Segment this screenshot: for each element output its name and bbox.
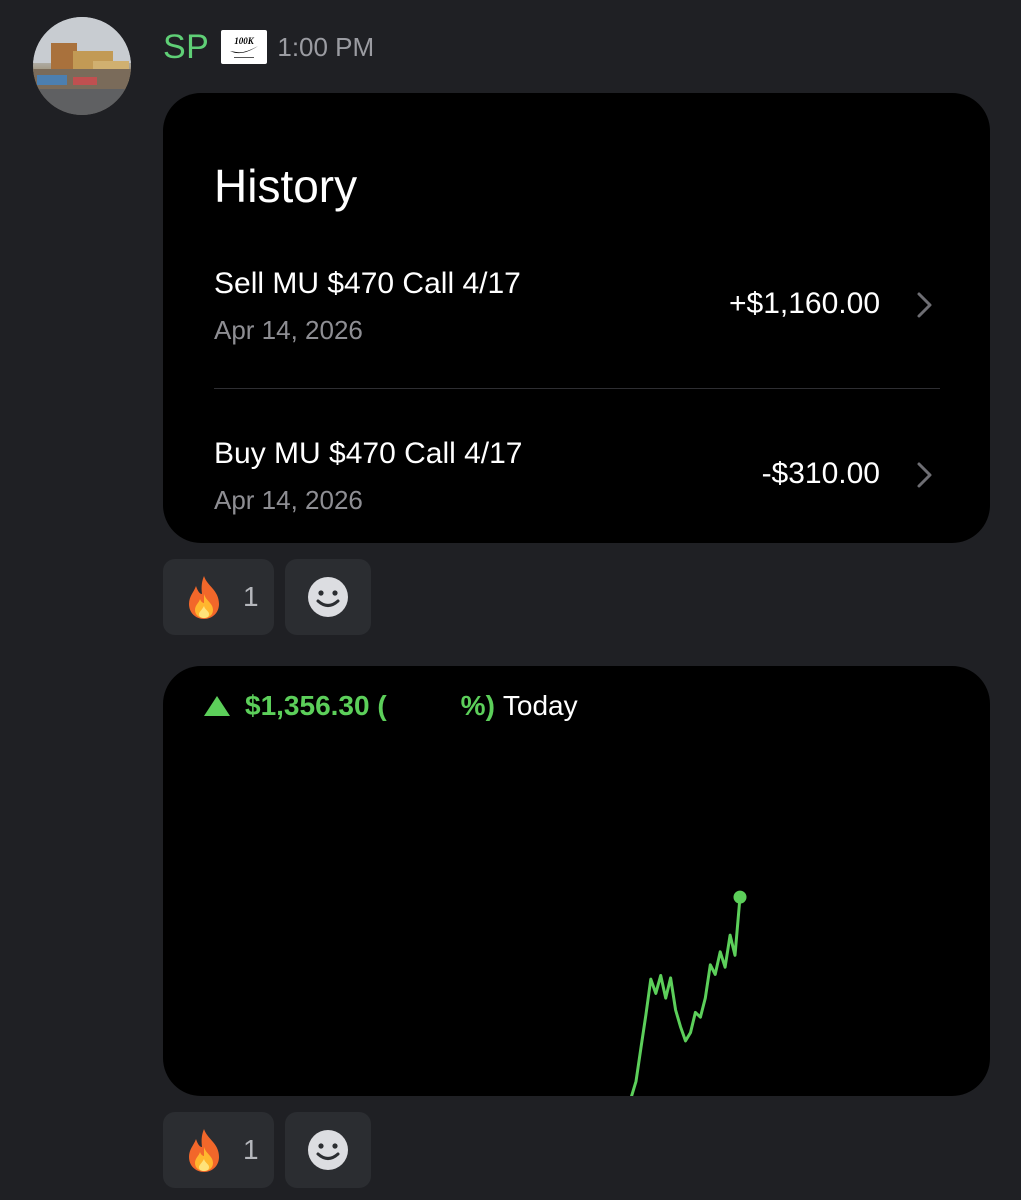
svg-text:100K: 100K <box>235 36 256 46</box>
reaction-bar: 1 <box>163 1112 371 1188</box>
history-row[interactable]: Sell MU $470 Call 4/17 Apr 14, 2026 +$1,… <box>214 263 940 373</box>
chevron-right-icon <box>917 292 932 318</box>
intraday-chart <box>630 890 747 1096</box>
history-row[interactable]: Buy MU $470 Call 4/17 Apr 14, 2026 -$310… <box>214 433 940 543</box>
history-row-description: Buy MU $470 Call 4/17 <box>214 437 523 470</box>
fire-emoji-icon <box>189 576 219 619</box>
history-row-amount: -$310.00 <box>761 457 880 490</box>
chart-series-line <box>630 896 742 1096</box>
chart-card: $1,356.30 ( %) Today <box>163 666 990 1096</box>
username[interactable]: SP <box>163 28 209 67</box>
history-row-description: Sell MU $470 Call 4/17 <box>214 267 521 300</box>
fire-emoji-icon <box>189 1129 219 1172</box>
history-row-date: Apr 14, 2026 <box>214 315 363 345</box>
history-card: History Sell MU $470 Call 4/17 Apr 14, 2… <box>163 93 990 543</box>
add-reaction-button[interactable] <box>285 1112 371 1188</box>
smiley-add-reaction-icon <box>308 1130 348 1170</box>
message-timestamp: 1:00 PM <box>277 31 375 62</box>
user-avatar[interactable] <box>33 17 131 115</box>
chart-current-point <box>733 890 747 904</box>
discord-chat-view: SP 100K 1:00 PM History Sell MU $470 Cal… <box>0 0 1021 1200</box>
reaction-count: 1 <box>243 581 259 612</box>
badge-glyph: 100K <box>230 36 259 58</box>
reaction-count: 1 <box>243 1134 259 1165</box>
history-row-date: Apr 14, 2026 <box>214 485 363 515</box>
smiley-add-reaction-icon <box>308 577 348 617</box>
add-reaction-button[interactable] <box>285 559 371 635</box>
reaction-bar: 1 <box>163 559 371 635</box>
chevron-right-icon <box>917 462 932 488</box>
avatar-photo <box>33 17 131 115</box>
history-row-amount: +$1,160.00 <box>729 287 880 320</box>
fire-reaction-button[interactable]: 1 <box>163 559 274 635</box>
fire-reaction-button[interactable]: 1 <box>163 1112 274 1188</box>
100k-nike-badge-icon[interactable]: 100K <box>221 30 268 64</box>
message-header: SP 100K 1:00 PM <box>163 24 374 70</box>
history-title: History <box>214 160 358 212</box>
history-divider <box>214 388 940 389</box>
